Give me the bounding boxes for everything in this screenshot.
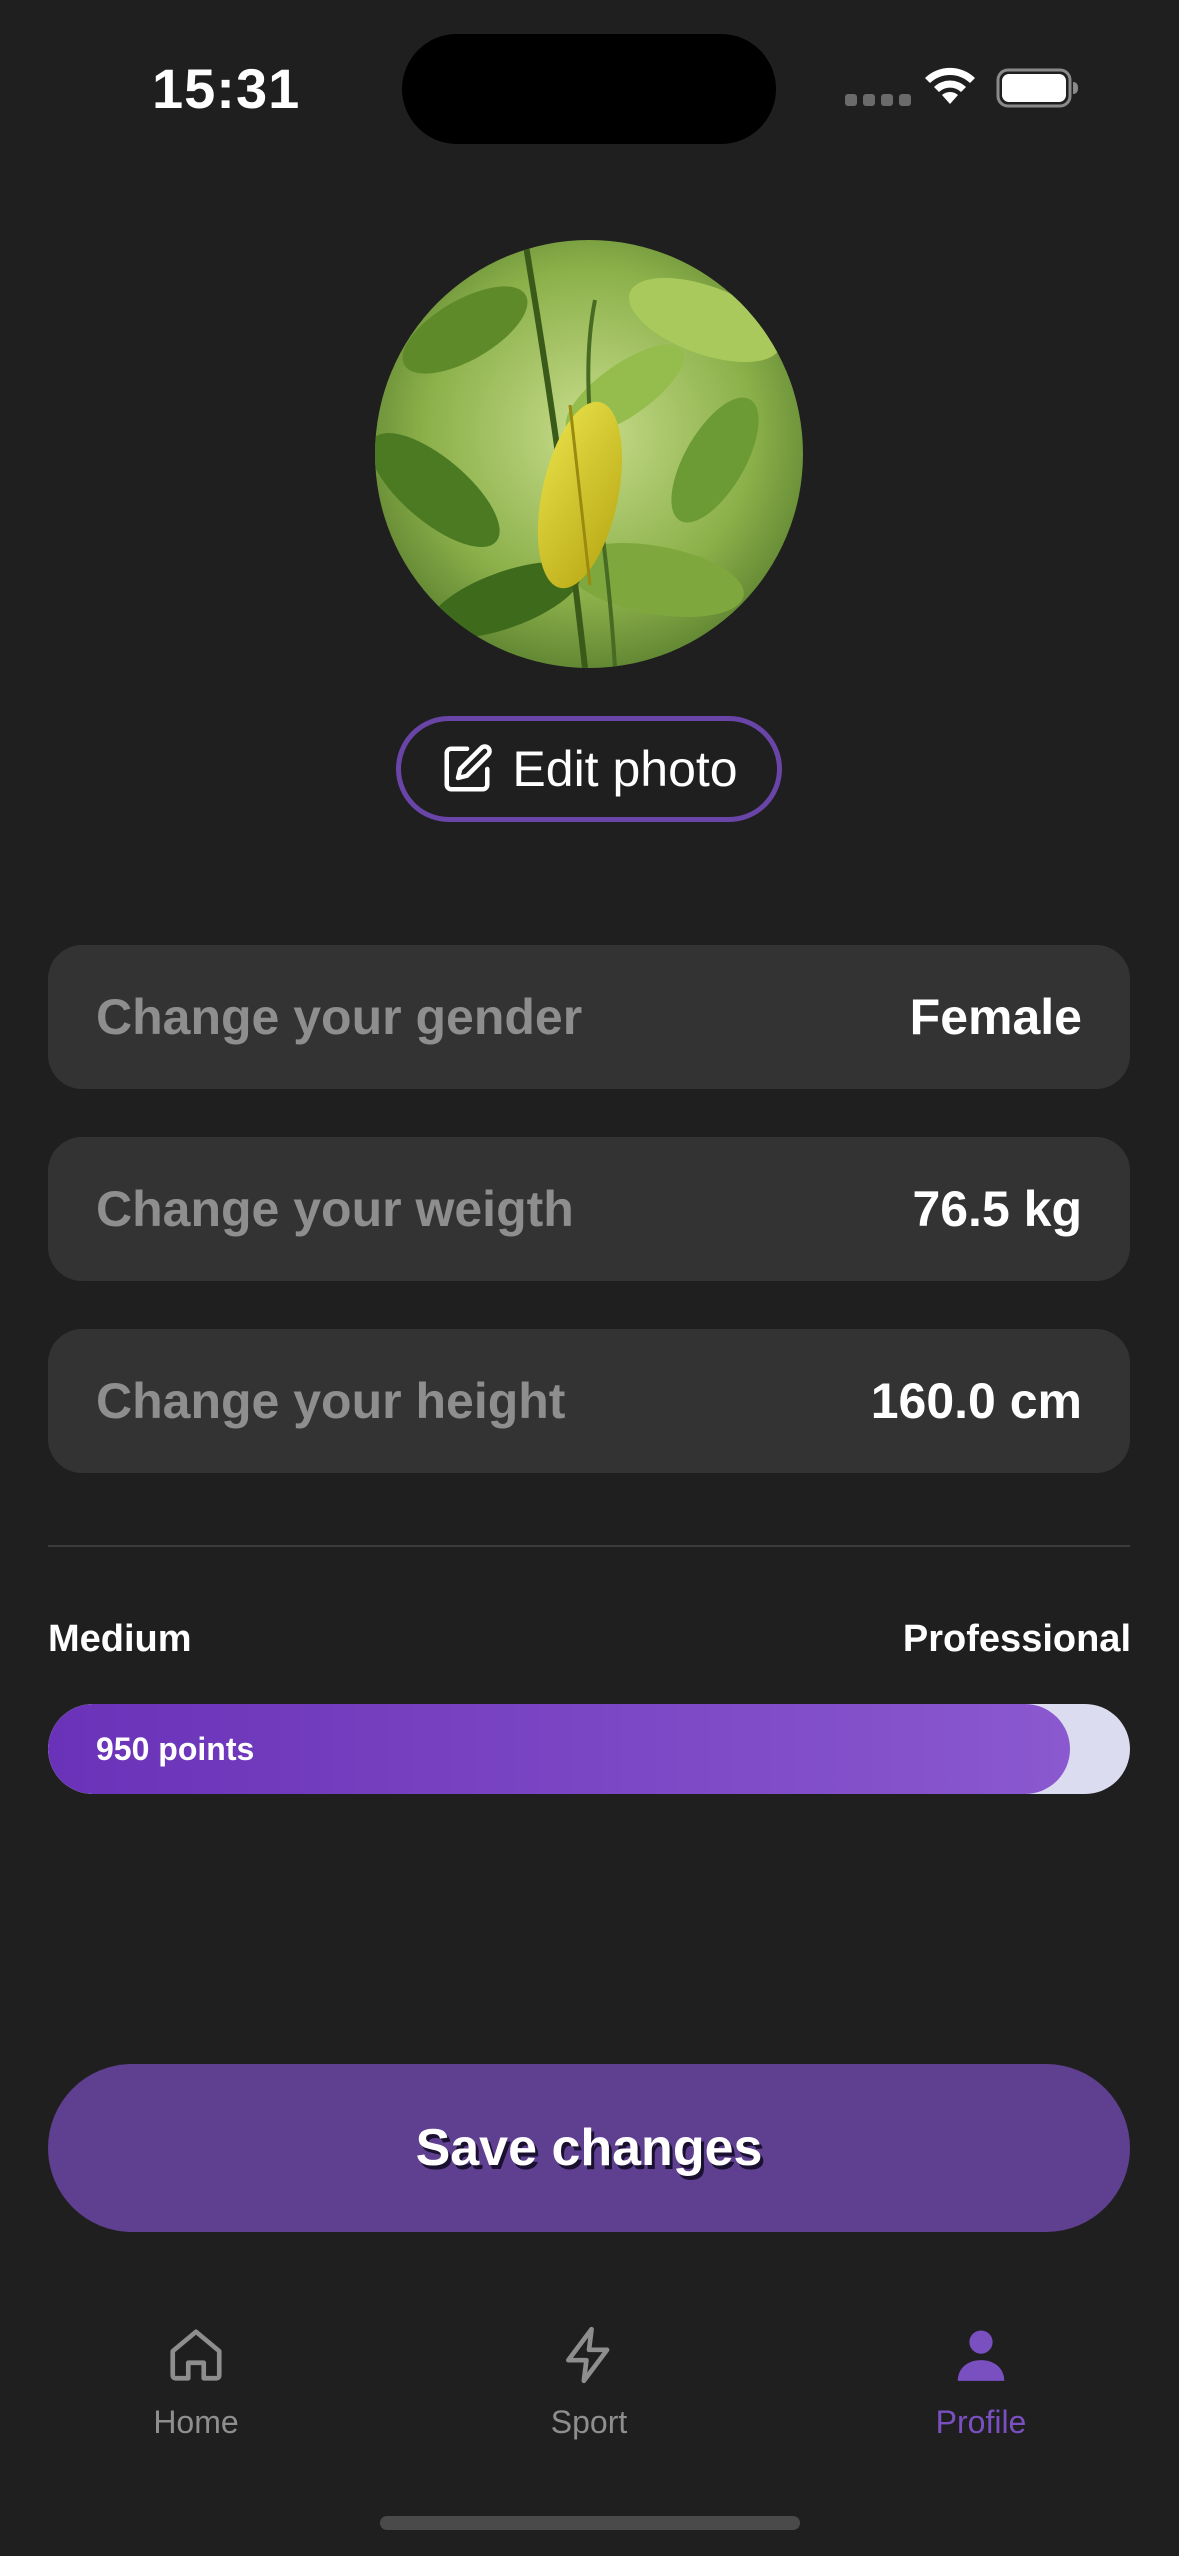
current-level-label: Medium (48, 1618, 192, 1660)
wifi-icon (925, 67, 975, 104)
battery-icon (996, 68, 1078, 108)
status-time: 15:31 (152, 57, 301, 120)
avatar (375, 240, 803, 668)
tab-home-label: Home (153, 2404, 239, 2440)
cellular-signal-icon (845, 94, 911, 106)
tab-home[interactable]: Home (96, 2324, 296, 2441)
person-icon (957, 2330, 1005, 2381)
level-progress-fill: 950 points (48, 1704, 1071, 1794)
avatar-photo (375, 240, 803, 668)
weight-setting-row[interactable]: Change your weigth 76.5 kg (48, 1137, 1130, 1281)
points-label: 950 points (96, 1730, 255, 1767)
dynamic-island (402, 34, 776, 144)
lightning-icon (566, 2326, 610, 2384)
height-label: Change your height (96, 1373, 566, 1429)
home-indicator (380, 2516, 800, 2530)
next-level-label: Professional (902, 1618, 1131, 1660)
gender-setting-row[interactable]: Change your gender Female (48, 945, 1130, 1089)
height-value: 160.0 cm (870, 1373, 1082, 1429)
tab-sport-label: Sport (550, 2404, 628, 2440)
weight-label: Change your weigth (96, 1181, 574, 1237)
edit-photo-label: Edit photo (512, 741, 738, 797)
level-progress-bar: 950 points (48, 1704, 1130, 1794)
gender-label: Change your gender (96, 989, 583, 1045)
divider (48, 1545, 1130, 1547)
gender-value: Female (909, 989, 1082, 1045)
home-icon (170, 2329, 222, 2381)
tab-profile[interactable]: Profile (881, 2324, 1081, 2441)
save-changes-button[interactable]: Save changes (48, 2064, 1130, 2232)
edit-photo-button[interactable]: Edit photo (396, 716, 782, 822)
height-setting-row[interactable]: Change your height 160.0 cm (48, 1329, 1130, 1473)
tab-sport[interactable]: Sport (489, 2324, 689, 2441)
weight-value: 76.5 kg (912, 1181, 1082, 1237)
tab-profile-label: Profile (935, 2404, 1027, 2440)
edit-icon (444, 744, 493, 792)
